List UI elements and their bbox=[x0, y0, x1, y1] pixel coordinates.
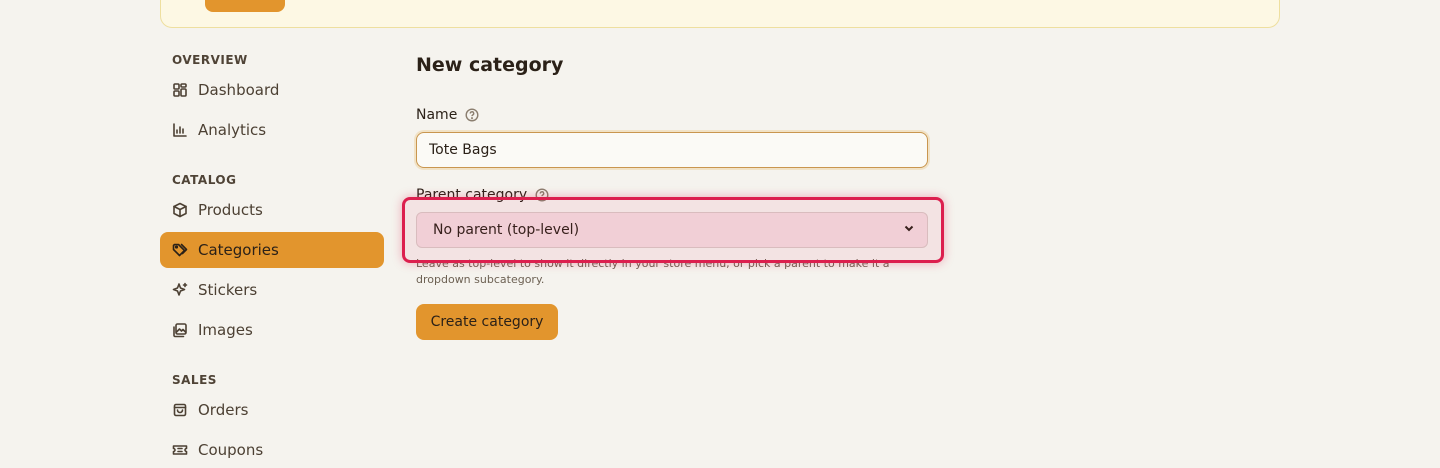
sidebar-item-dashboard[interactable]: Dashboard bbox=[160, 72, 384, 108]
parent-label-text: Parent category bbox=[416, 187, 528, 203]
sidebar-item-coupons[interactable]: Coupons bbox=[160, 432, 384, 468]
parent-help-text: Leave as top-level to show it directly i… bbox=[416, 257, 890, 286]
sidebar: OVERVIEW Dashboard Analytics CATALOG Pro… bbox=[160, 0, 384, 460]
sidebar-item-categories[interactable]: Categories bbox=[160, 232, 384, 268]
main-content: New category Name Parent category No par… bbox=[416, 0, 956, 460]
name-field-label: Name bbox=[416, 107, 479, 123]
name-input[interactable] bbox=[416, 132, 928, 168]
parent-category-select[interactable]: No parent (top-level) bbox=[416, 212, 928, 248]
section-label-sales: SALES bbox=[172, 373, 217, 387]
sidebar-item-label: Products bbox=[198, 201, 263, 219]
sidebar-item-label: Categories bbox=[198, 241, 279, 259]
section-label-overview: OVERVIEW bbox=[172, 53, 248, 67]
bag-icon bbox=[172, 402, 188, 418]
sidebar-item-label: Images bbox=[198, 321, 253, 339]
sidebar-item-stickers[interactable]: Stickers bbox=[160, 272, 384, 308]
ticket-icon bbox=[172, 442, 188, 458]
tag-icon bbox=[172, 242, 188, 258]
sidebar-item-orders[interactable]: Orders bbox=[160, 392, 384, 428]
dashboard-icon bbox=[172, 82, 188, 98]
sidebar-item-label: Stickers bbox=[198, 281, 258, 299]
sidebar-item-analytics[interactable]: Analytics bbox=[160, 112, 384, 148]
chevron-down-icon bbox=[903, 222, 915, 238]
help-icon[interactable] bbox=[465, 108, 479, 122]
name-label-text: Name bbox=[416, 107, 458, 123]
chart-icon bbox=[172, 122, 188, 138]
image-icon bbox=[172, 322, 188, 338]
parent-category-value: No parent (top-level) bbox=[433, 222, 580, 238]
create-category-button[interactable]: Create category bbox=[416, 304, 558, 340]
sidebar-item-label: Dashboard bbox=[198, 81, 280, 99]
parent-field-label: Parent category bbox=[416, 187, 549, 203]
section-label-catalog: CATALOG bbox=[172, 173, 237, 187]
sparkle-icon bbox=[172, 282, 188, 298]
sidebar-item-products[interactable]: Products bbox=[160, 192, 384, 228]
sidebar-item-label: Coupons bbox=[198, 441, 264, 459]
sidebar-item-label: Analytics bbox=[198, 121, 267, 139]
sidebar-item-label: Orders bbox=[198, 401, 249, 419]
sidebar-item-images[interactable]: Images bbox=[160, 312, 384, 348]
page-title: New category bbox=[416, 54, 564, 76]
box-icon bbox=[172, 202, 188, 218]
help-icon[interactable] bbox=[535, 188, 549, 202]
